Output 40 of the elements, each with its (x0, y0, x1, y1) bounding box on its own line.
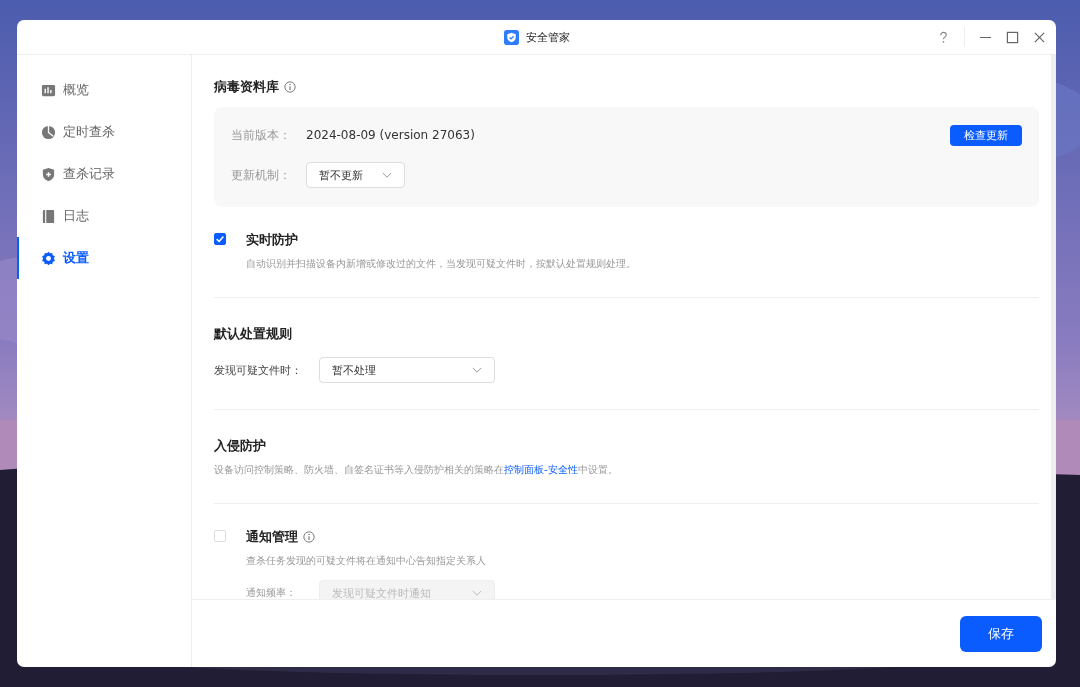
section-title: 通知管理 (246, 528, 298, 546)
chevron-down-icon (472, 589, 482, 597)
field-label: 更新机制： (231, 166, 292, 184)
section-title: 病毒资料库 (214, 78, 279, 96)
sidebar-item[interactable]: 查杀记录 (17, 153, 191, 195)
version-text: 2024-08-09 (version 27063) (306, 128, 476, 142)
dropdown[interactable]: 暂不处理 (319, 357, 495, 383)
chevron-down-icon (472, 366, 482, 374)
help-icon[interactable] (937, 30, 950, 44)
chevron-down-icon (382, 171, 392, 179)
window-title: 安全管家 (525, 29, 570, 45)
description: 自动识别并扫描设备内新增或修改过的文件，当发现可疑文件时，按默认处置规则处理。 (246, 257, 636, 271)
sidebar-item[interactable]: 日志 (17, 195, 191, 237)
field-label: 发现可疑文件时： (214, 362, 303, 378)
chart-icon (41, 82, 56, 98)
sidebar-item[interactable]: 设置 (17, 237, 191, 279)
section-title: 默认处置规则 (214, 325, 293, 343)
sidebar-item[interactable]: 概览 (17, 69, 191, 111)
section-title: 入侵防护 (214, 437, 267, 455)
checkbox[interactable] (214, 233, 226, 245)
book-icon (41, 208, 56, 224)
section-title: 实时防护 (246, 231, 299, 249)
save-button[interactable]: 保存 (960, 615, 1042, 652)
checkmark-icon (215, 234, 225, 244)
clock-icon (41, 124, 56, 140)
description: 查杀任务发现的可疑文件将在通知中心告知指定关系人 (246, 554, 487, 568)
description: 设备访问控制策略、防火墙、自签名证书等入侵防护相关的策略在控制面板-安全性中设置。 (214, 463, 619, 477)
sidebar-item[interactable]: 定时查杀 (17, 111, 191, 153)
settings-link[interactable]: 控制面板-安全性 (504, 464, 578, 475)
settings-icon (41, 250, 56, 266)
shield-check-icon (503, 29, 519, 45)
shield-plus-icon (41, 166, 56, 182)
info-icon[interactable] (303, 531, 315, 543)
field-label: 通知频率： (246, 586, 297, 599)
maximize-icon[interactable] (1006, 30, 1019, 44)
close-icon[interactable] (1033, 30, 1046, 44)
dropdown[interactable]: 暂不更新 (306, 162, 405, 188)
info-icon[interactable] (284, 81, 296, 93)
field-label: 当前版本： (231, 126, 292, 144)
check-update-button[interactable]: 检查更新 (950, 124, 1022, 146)
